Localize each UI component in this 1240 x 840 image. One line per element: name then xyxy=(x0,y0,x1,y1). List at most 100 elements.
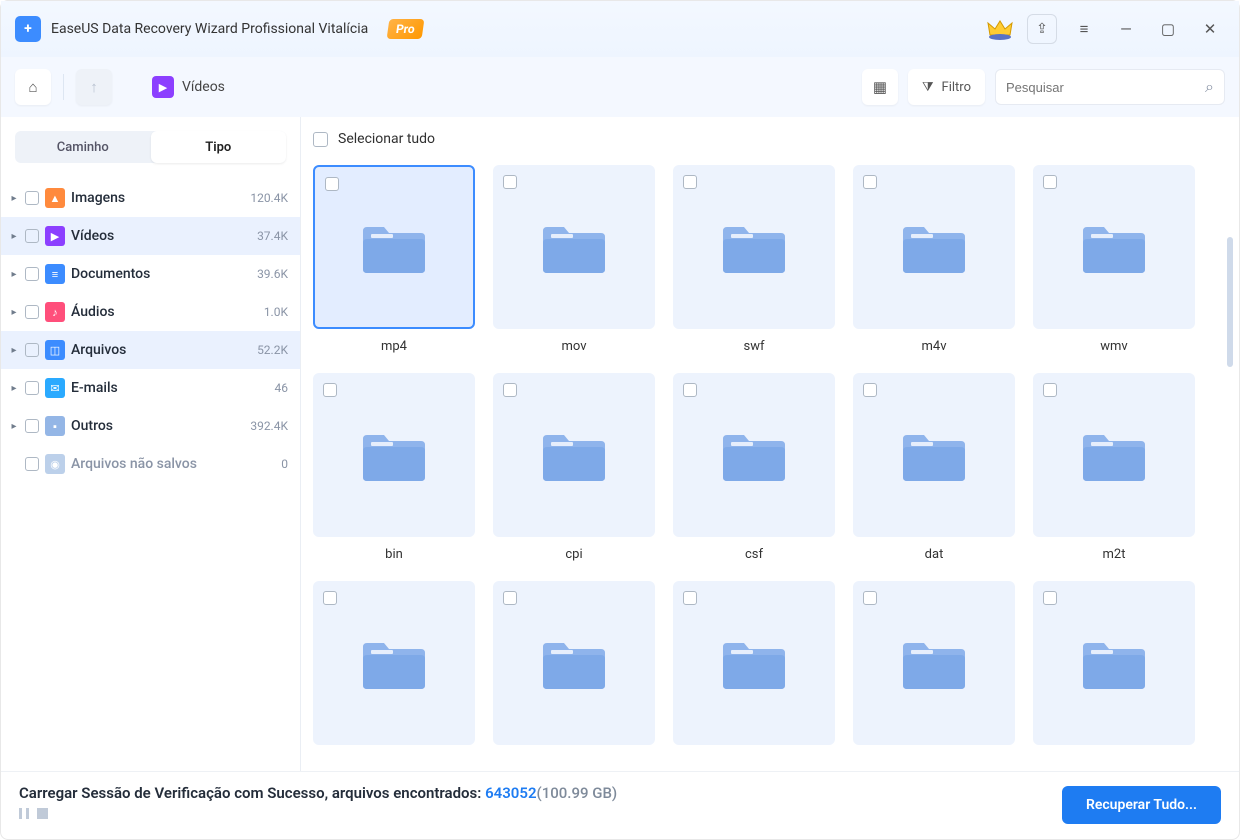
search-input[interactable] xyxy=(1006,80,1197,95)
folder-checkbox[interactable] xyxy=(1043,175,1057,189)
folder-item[interactable]: dat xyxy=(853,373,1015,563)
folder-card[interactable] xyxy=(493,165,655,329)
filter-button[interactable]: ⧩ Filtro xyxy=(908,69,985,105)
category-checkbox[interactable] xyxy=(25,381,39,395)
maximize-button[interactable]: ▢ xyxy=(1153,14,1183,44)
folder-checkbox[interactable] xyxy=(325,177,339,191)
share-button[interactable]: ⇪ xyxy=(1027,14,1057,44)
chevron-right-icon: ▸ xyxy=(9,231,19,242)
grid-view-button[interactable]: ▦ xyxy=(862,69,898,105)
folder-item[interactable]: wmv xyxy=(1033,165,1195,355)
category-checkbox[interactable] xyxy=(25,419,39,433)
folder-item[interactable]: m4v xyxy=(853,165,1015,355)
footer: Carregar Sessão de Verificação com Suces… xyxy=(1,771,1239,839)
category-label: Áudios xyxy=(71,304,258,320)
chevron-right-icon: ▸ xyxy=(9,193,19,204)
recover-button[interactable]: Recuperar Tudo... xyxy=(1062,786,1221,824)
segment-path[interactable]: Caminho xyxy=(15,131,151,163)
folder-checkbox[interactable] xyxy=(503,175,517,189)
sidebar-item-unsaved[interactable]: ◉ Arquivos não salvos 0 xyxy=(1,445,300,483)
folder-checkbox[interactable] xyxy=(1043,383,1057,397)
folder-item[interactable] xyxy=(493,581,655,771)
folder-card[interactable] xyxy=(673,165,835,329)
folder-card[interactable] xyxy=(853,581,1015,745)
select-all-checkbox[interactable] xyxy=(313,132,328,147)
folder-card[interactable] xyxy=(493,373,655,537)
scrollbar[interactable] xyxy=(1227,237,1233,367)
folder-card[interactable] xyxy=(313,373,475,537)
folder-item[interactable]: bin xyxy=(313,373,475,563)
folder-card[interactable] xyxy=(1033,165,1195,329)
category-checkbox[interactable] xyxy=(25,305,39,319)
folder-card[interactable] xyxy=(313,165,475,329)
folder-checkbox[interactable] xyxy=(323,591,337,605)
folder-card[interactable] xyxy=(853,373,1015,537)
category-checkbox[interactable] xyxy=(25,191,39,205)
folder-checkbox[interactable] xyxy=(683,175,697,189)
close-button[interactable]: ✕ xyxy=(1195,14,1225,44)
pause-icon-2[interactable] xyxy=(26,808,29,819)
folder-card[interactable] xyxy=(1033,581,1195,745)
folder-checkbox[interactable] xyxy=(1043,591,1057,605)
filter-label: Filtro xyxy=(942,80,971,95)
folder-label: cpi xyxy=(565,547,582,563)
folder-checkbox[interactable] xyxy=(503,383,517,397)
folder-item[interactable]: swf xyxy=(673,165,835,355)
category-label: Imagens xyxy=(71,190,244,206)
stop-icon[interactable] xyxy=(37,808,48,819)
minimize-button[interactable]: — xyxy=(1111,14,1141,44)
scan-controls xyxy=(19,808,48,819)
image-icon: ▲ xyxy=(45,188,65,208)
folder-card[interactable] xyxy=(313,581,475,745)
folder-item[interactable] xyxy=(853,581,1015,771)
folder-checkbox[interactable] xyxy=(863,383,877,397)
sidebar-item-archive[interactable]: ▸ ◫ Arquivos 52.2K xyxy=(1,331,300,369)
sidebar-item-other[interactable]: ▸ ▪ Outros 392.4K xyxy=(1,407,300,445)
folder-checkbox[interactable] xyxy=(683,383,697,397)
sidebar-item-image[interactable]: ▸ ▲ Imagens 120.4K xyxy=(1,179,300,217)
crown-icon[interactable] xyxy=(985,14,1015,44)
category-label: Documentos xyxy=(71,266,251,282)
folder-card[interactable] xyxy=(673,581,835,745)
folder-card[interactable] xyxy=(673,373,835,537)
category-label: E-mails xyxy=(71,380,269,396)
folder-card[interactable] xyxy=(493,581,655,745)
folder-card[interactable] xyxy=(853,165,1015,329)
folder-item[interactable]: m2t xyxy=(1033,373,1195,563)
sidebar-item-video[interactable]: ▸ ▶ Vídeos 37.4K xyxy=(1,217,300,255)
search-box[interactable]: ⌕ xyxy=(995,69,1225,105)
folder-checkbox[interactable] xyxy=(863,591,877,605)
category-count: 39.6K xyxy=(257,267,288,281)
folder-item[interactable] xyxy=(1033,581,1195,771)
video-icon: ▶ xyxy=(152,76,174,98)
folder-checkbox[interactable] xyxy=(863,175,877,189)
segment-type[interactable]: Tipo xyxy=(151,131,287,163)
sidebar-item-doc[interactable]: ▸ ≡ Documentos 39.6K xyxy=(1,255,300,293)
category-count: 392.4K xyxy=(250,419,288,433)
folder-checkbox[interactable] xyxy=(683,591,697,605)
folder-checkbox[interactable] xyxy=(503,591,517,605)
breadcrumb: ▶ Vídeos xyxy=(152,76,225,98)
search-icon: ⌕ xyxy=(1205,77,1214,97)
category-checkbox[interactable] xyxy=(25,267,39,281)
category-checkbox[interactable] xyxy=(25,229,39,243)
folder-item[interactable]: csf xyxy=(673,373,835,563)
menu-button[interactable]: ≡ xyxy=(1069,14,1099,44)
folder-item[interactable] xyxy=(673,581,835,771)
category-checkbox[interactable] xyxy=(25,457,39,471)
sidebar: Caminho Tipo ▸ ▲ Imagens 120.4K▸ ▶ Vídeo… xyxy=(1,117,301,771)
folder-item[interactable]: mov xyxy=(493,165,655,355)
category-count: 120.4K xyxy=(250,191,288,205)
folder-item[interactable] xyxy=(313,581,475,771)
category-checkbox[interactable] xyxy=(25,343,39,357)
folder-item[interactable]: mp4 xyxy=(313,165,475,355)
folder-checkbox[interactable] xyxy=(323,383,337,397)
sidebar-item-email[interactable]: ▸ ✉ E-mails 46 xyxy=(1,369,300,407)
folder-label: swf xyxy=(744,339,765,355)
folder-item[interactable]: cpi xyxy=(493,373,655,563)
home-button[interactable]: ⌂ xyxy=(15,69,51,105)
pause-icon[interactable] xyxy=(19,808,22,819)
folder-card[interactable] xyxy=(1033,373,1195,537)
sidebar-item-audio[interactable]: ▸ ♪ Áudios 1.0K xyxy=(1,293,300,331)
up-button[interactable]: ↑ xyxy=(76,69,112,105)
